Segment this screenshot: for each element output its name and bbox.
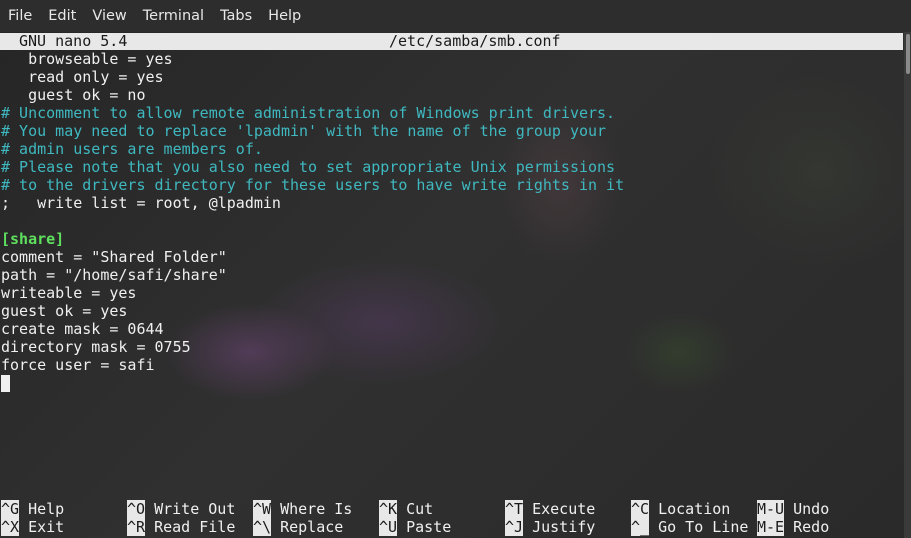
editor-line: # You may need to replace 'lpadmin' with… (1, 122, 607, 140)
shortcut-item: ^J Justify (505, 518, 595, 536)
shortcut-key: M-U (757, 500, 785, 518)
shortcut-key: ^X (1, 518, 20, 536)
shortcut-label: Exit (28, 518, 65, 536)
editor-line: # Uncomment to allow remote administrati… (1, 104, 616, 122)
editor-line: browseable = yes (1, 50, 173, 68)
scrollbar-thumb[interactable] (906, 34, 910, 74)
shortcut-label: Read File (154, 518, 236, 536)
shortcut-label: Help (28, 500, 65, 518)
shortcut-key: ^K (379, 500, 398, 518)
editor-line: [share] (1, 230, 65, 248)
shortcut-label: Replace (280, 518, 344, 536)
shortcut-item: ^_ Go To Line (631, 518, 748, 536)
shortcut-key: ^T (505, 500, 524, 518)
text-cursor (1, 375, 10, 392)
shortcut-label: Execute (532, 500, 596, 518)
shortcut-key: ^O (127, 500, 146, 518)
shortcut-key: ^G (1, 500, 20, 518)
shortcut-item: ^T Execute (505, 500, 595, 518)
editor-line: # admin users are members of. (1, 140, 263, 158)
shortcut-key: M-E (757, 518, 785, 536)
editor-line: read only = yes (1, 68, 164, 86)
editor-line: ; write list = root, @lpadmin (1, 194, 281, 212)
menu-bar: File Edit View Terminal Tabs Help (0, 0, 911, 32)
menu-view[interactable]: View (84, 0, 134, 32)
shortcut-label: Go To Line (658, 518, 749, 536)
shortcut-item: ^G Help (1, 500, 64, 518)
shortcut-item: ^W Where Is (253, 500, 352, 518)
shortcut-label: Location (658, 500, 731, 518)
editor-line: writeable = yes (1, 284, 137, 302)
shortcut-item: ^C Location (631, 500, 730, 518)
shortcut-item: M-U Undo (757, 500, 829, 518)
shortcut-label: Undo (793, 500, 830, 518)
menu-terminal[interactable]: Terminal (135, 0, 212, 32)
shortcut-key: ^_ (631, 518, 650, 536)
vertical-scrollbar[interactable] (904, 32, 911, 538)
editor-line: guest ok = yes (1, 302, 128, 320)
shortcut-key: ^R (127, 518, 146, 536)
menu-tabs[interactable]: Tabs (212, 0, 260, 32)
editor-line: force user = safi (1, 356, 155, 374)
nano-title-bar: GNU nano 5.4 /etc/samba/smb.conf (0, 33, 903, 50)
terminal-area[interactable]: GNU nano 5.4 /etc/samba/smb.conf browsea… (0, 32, 911, 538)
shortcut-item: ^K Cut (379, 500, 433, 518)
shortcut-label: Justify (532, 518, 596, 536)
shortcut-label: Where Is (280, 500, 353, 518)
shortcut-item: ^O Write Out (127, 500, 235, 518)
nano-version: GNU nano 5.4 (19, 32, 128, 50)
shortcut-label: Redo (793, 518, 830, 536)
shortcut-key: ^W (253, 500, 272, 518)
menu-file[interactable]: File (0, 0, 40, 32)
shortcut-item: ^R Read File (127, 518, 235, 536)
shortcut-item: ^\ Replace (253, 518, 343, 536)
shortcut-key: ^J (505, 518, 524, 536)
shortcut-key: ^U (379, 518, 398, 536)
shortcut-key: ^C (631, 500, 650, 518)
shortcut-item: M-E Redo (757, 518, 829, 536)
editor-line: path = "/home/safi/share" (1, 266, 227, 284)
shortcut-label: Write Out (154, 500, 236, 518)
shortcut-label: Cut (406, 500, 434, 518)
shortcut-label: Paste (406, 518, 452, 536)
editor-line: comment = "Shared Folder" (1, 248, 227, 266)
editor-line: # Please note that you also need to set … (1, 158, 616, 176)
editor-line: create mask = 0644 (1, 320, 164, 338)
shortcut-item: ^U Paste (379, 518, 451, 536)
editor-line: directory mask = 0755 (1, 338, 191, 356)
menu-help[interactable]: Help (260, 0, 309, 32)
file-name: /etc/samba/smb.conf (389, 32, 561, 50)
editor-line: guest ok = no (1, 86, 146, 104)
editor-line: # to the drivers directory for these use… (1, 176, 625, 194)
menu-edit[interactable]: Edit (40, 0, 84, 32)
shortcut-item: ^X Exit (1, 518, 64, 536)
shortcut-key: ^\ (253, 518, 272, 536)
